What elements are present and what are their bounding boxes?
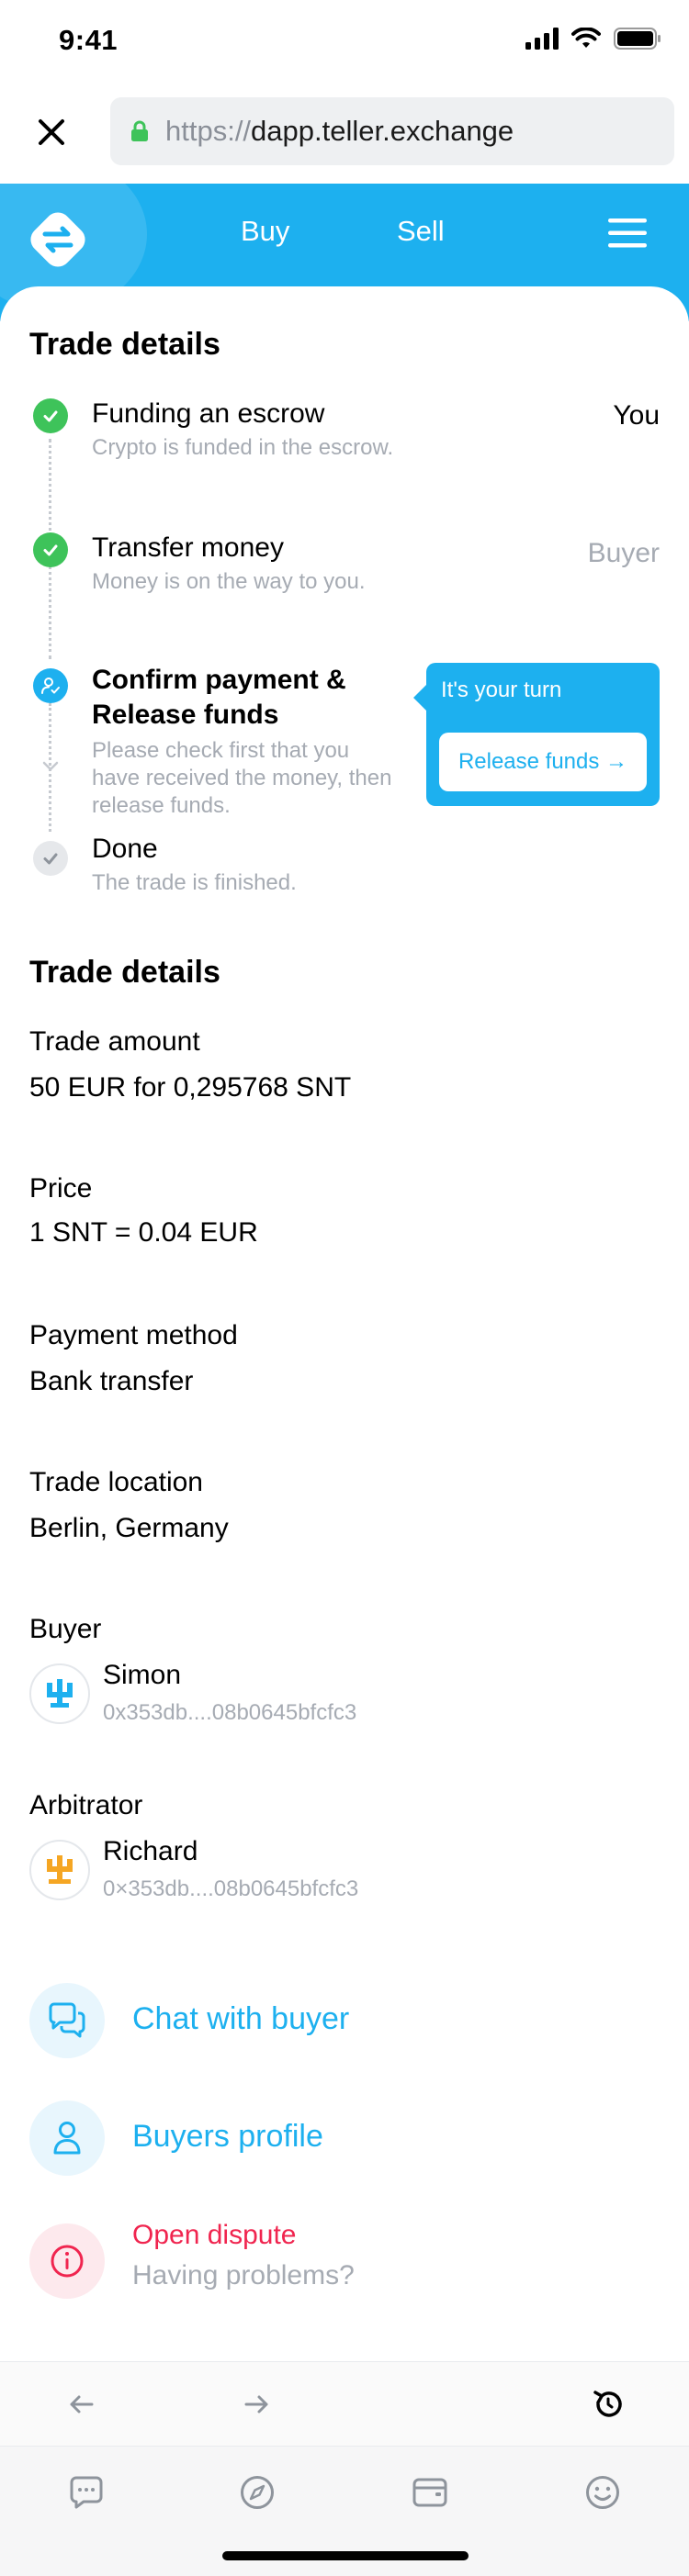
chat-icon [70,2476,103,2509]
open-dispute-label: Open dispute [132,2220,297,2250]
step-subtitle: Crypto is funded in the escrow. [92,435,394,460]
wifi-icon [571,28,601,48]
price-value: 1 SNT = 0.04 EUR [29,1217,258,1248]
nav-buy-link[interactable]: Buy [241,215,289,248]
tab-bar [0,2446,689,2576]
forward-button[interactable] [239,2386,276,2423]
trade-location-label: Trade location [29,1467,203,1497]
close-icon [39,119,64,145]
step-party: You [613,400,660,431]
browser-nav-toolbar [0,2361,689,2446]
arbitrator-row[interactable]: Richard 0×353db....08b0645bfcfc3 [29,1836,663,1910]
tab-explore[interactable] [237,2472,277,2513]
wallet-icon [412,2478,447,2507]
step-title: Done [92,834,158,864]
nav-sell-link[interactable]: Sell [397,215,445,248]
chat-icon [29,1983,105,2058]
step-subtitle-line3: release funds. [92,793,231,818]
trade-location-value: Berlin, Germany [29,1513,229,1543]
step-subtitle: The trade is finished. [92,870,297,895]
tab-chat[interactable] [66,2472,107,2513]
forward-arrow-icon [244,2395,268,2414]
info-icon [29,2223,105,2299]
your-turn-label: It's your turn [441,678,562,702]
buyer-name: Simon [103,1660,182,1690]
step-title-line1: Confirm payment & [92,665,346,695]
check-icon [33,398,68,433]
tab-wallet[interactable] [410,2472,450,2513]
tab-profile[interactable] [582,2472,623,2513]
url-scheme: https:// [165,115,252,147]
step-party: Buyer [587,538,660,568]
buyer-address: 0x353db....08b0645bfcfc3 [103,1700,357,1725]
step-subtitle-line2: have received the money, then [92,766,392,790]
hamburger-menu-icon[interactable] [608,218,647,248]
battery-icon [614,28,661,50]
reload-icon [593,2391,622,2417]
avatar [29,1663,90,1724]
trade-progress-title: Trade details [29,327,220,362]
check-icon [33,841,68,876]
buyers-profile-button[interactable]: Buyers profile [29,2100,663,2176]
chevron-down-icon [42,761,59,771]
url-host: dapp.teller.exchange [251,115,514,147]
user-icon [29,2100,105,2176]
step-subtitle-line1: Please check first that you [92,738,350,763]
buyers-profile-label: Buyers profile [132,2119,323,2154]
price-label: Price [29,1173,93,1204]
user-check-icon [33,668,68,703]
check-icon [33,532,68,567]
buyer-identicon [47,1679,73,1708]
release-funds-button[interactable]: Release funds → [439,733,647,791]
close-button[interactable] [33,114,70,151]
buyer-row[interactable]: Simon 0x353db....08b0645bfcfc3 [29,1660,663,1733]
arbitrator-identicon [47,1855,73,1884]
status-time: 9:41 [59,24,119,56]
step-title: Funding an escrow [92,398,325,429]
your-turn-card: It's your turn Release funds → [413,663,660,806]
back-arrow-icon [70,2395,94,2414]
home-indicator [222,2551,469,2560]
arbitrator-label: Arbitrator [29,1790,143,1820]
step-title-line2: Release funds [92,700,279,730]
browser-bar: https://dapp.teller.exchange [0,92,689,173]
url-bar[interactable]: https://dapp.teller.exchange [110,97,674,165]
open-dispute-subtitle: Having problems? [132,2260,355,2290]
status-bar: 9:41 [0,0,689,81]
status-icons [525,28,661,50]
smiley-icon [586,2476,619,2509]
trade-amount-label: Trade amount [29,1026,200,1057]
url-text: https://dapp.teller.exchange [165,115,514,148]
step-subtitle: Money is on the way to you. [92,569,366,594]
chat-with-buyer-label: Chat with buyer [132,2001,350,2036]
back-button[interactable] [62,2386,99,2423]
open-dispute-button[interactable]: Open dispute Having problems? [29,2216,663,2312]
avatar [29,1840,90,1900]
arbitrator-name: Richard [103,1836,198,1866]
compass-icon [241,2476,274,2509]
reload-button[interactable] [590,2386,627,2423]
lock-icon [130,120,149,142]
arbitrator-address: 0×353db....08b0645bfcfc3 [103,1876,359,1901]
trade-amount-value: 50 EUR for 0,295768 SNT [29,1072,352,1103]
chat-with-buyer-button[interactable]: Chat with buyer [29,1983,663,2058]
payment-method-value: Bank transfer [29,1366,194,1396]
buyer-label: Buyer [29,1614,102,1644]
payment-method-label: Payment method [29,1320,238,1350]
trade-details-title: Trade details [29,955,220,990]
step-title: Transfer money [92,532,284,563]
cellular-signal-icon [525,28,559,50]
teller-logo[interactable] [26,207,90,272]
